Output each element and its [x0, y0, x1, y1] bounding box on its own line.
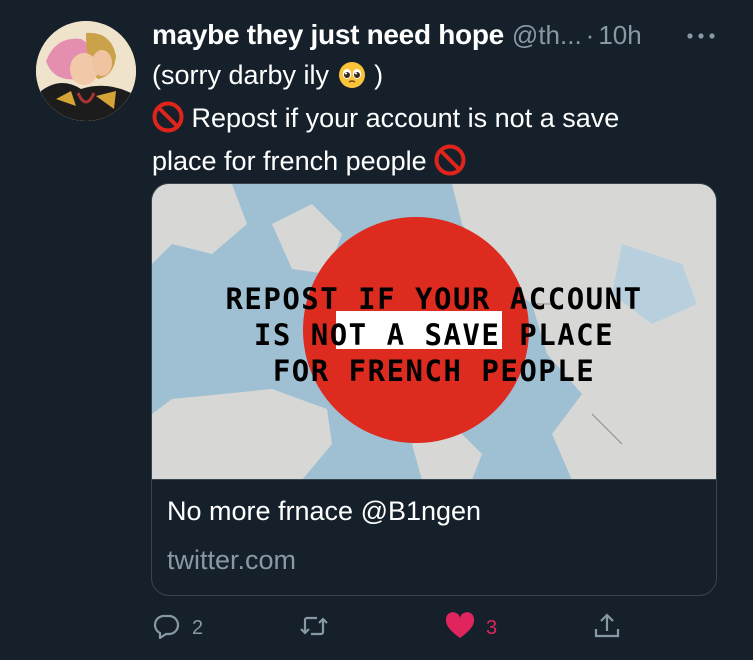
- timestamp[interactable]: 10h: [598, 20, 641, 51]
- reply-button[interactable]: 2: [152, 608, 203, 648]
- tweet-text-part: Repost if your account is not a save: [191, 103, 620, 133]
- prohibited-emoji: [152, 101, 184, 143]
- tweet-text-part: place for french people: [152, 146, 427, 176]
- action-bar: 2 3: [0, 608, 753, 648]
- separator-dot: ·: [585, 19, 595, 50]
- prohibited-emoji: [434, 144, 466, 186]
- retweet-arrows-icon[interactable]: [298, 611, 330, 646]
- more-horizontal-icon[interactable]: [682, 24, 722, 48]
- tweet-text-line-3: place for french people: [152, 143, 712, 186]
- tweet-text: (sorry darby ily ) Repost if your accoun…: [152, 57, 712, 186]
- tweet-text-line-1: (sorry darby ily ): [152, 57, 712, 100]
- caption-line-3: FOR FRENCH PEOPLE: [272, 354, 596, 388]
- card-domain[interactable]: twitter.com: [167, 545, 296, 576]
- share-button[interactable]: [592, 608, 622, 648]
- caption-line-1: REPOST IF YOUR ACCOUNT: [225, 282, 643, 316]
- caption-line-2: IS NOT A SAVE PLACE: [253, 318, 615, 352]
- card-image[interactable]: REPOST IF YOUR ACCOUNT IS NOT A SAVE PLA…: [152, 184, 716, 480]
- retweet-button[interactable]: [298, 608, 340, 648]
- like-count: 3: [486, 616, 498, 639]
- heart-icon[interactable]: [444, 611, 476, 646]
- pleading-face-emoji: [337, 60, 367, 100]
- speech-bubble-icon[interactable]: [152, 611, 182, 646]
- card-image-caption: REPOST IF YOUR ACCOUNT IS NOT A SAVE PLA…: [152, 281, 716, 389]
- share-up-arrow-icon[interactable]: [592, 611, 622, 646]
- tweet-text-part: (sorry darby ily: [152, 60, 330, 90]
- display-name[interactable]: maybe they just need hope: [152, 19, 504, 51]
- tweet-header: maybe they just need hope @th... · 10h: [152, 14, 752, 56]
- link-card[interactable]: REPOST IF YOUR ACCOUNT IS NOT A SAVE PLA…: [151, 183, 717, 596]
- card-title[interactable]: No more frnace @B1ngen: [167, 496, 481, 527]
- reply-count: 2: [192, 616, 204, 639]
- tweet-text-line-2: Repost if your account is not a save: [152, 100, 712, 143]
- user-handle[interactable]: @th...: [512, 20, 582, 51]
- tweet-text-close-paren: ): [374, 60, 384, 90]
- like-button[interactable]: 3: [444, 608, 497, 648]
- avatar[interactable]: [36, 21, 136, 121]
